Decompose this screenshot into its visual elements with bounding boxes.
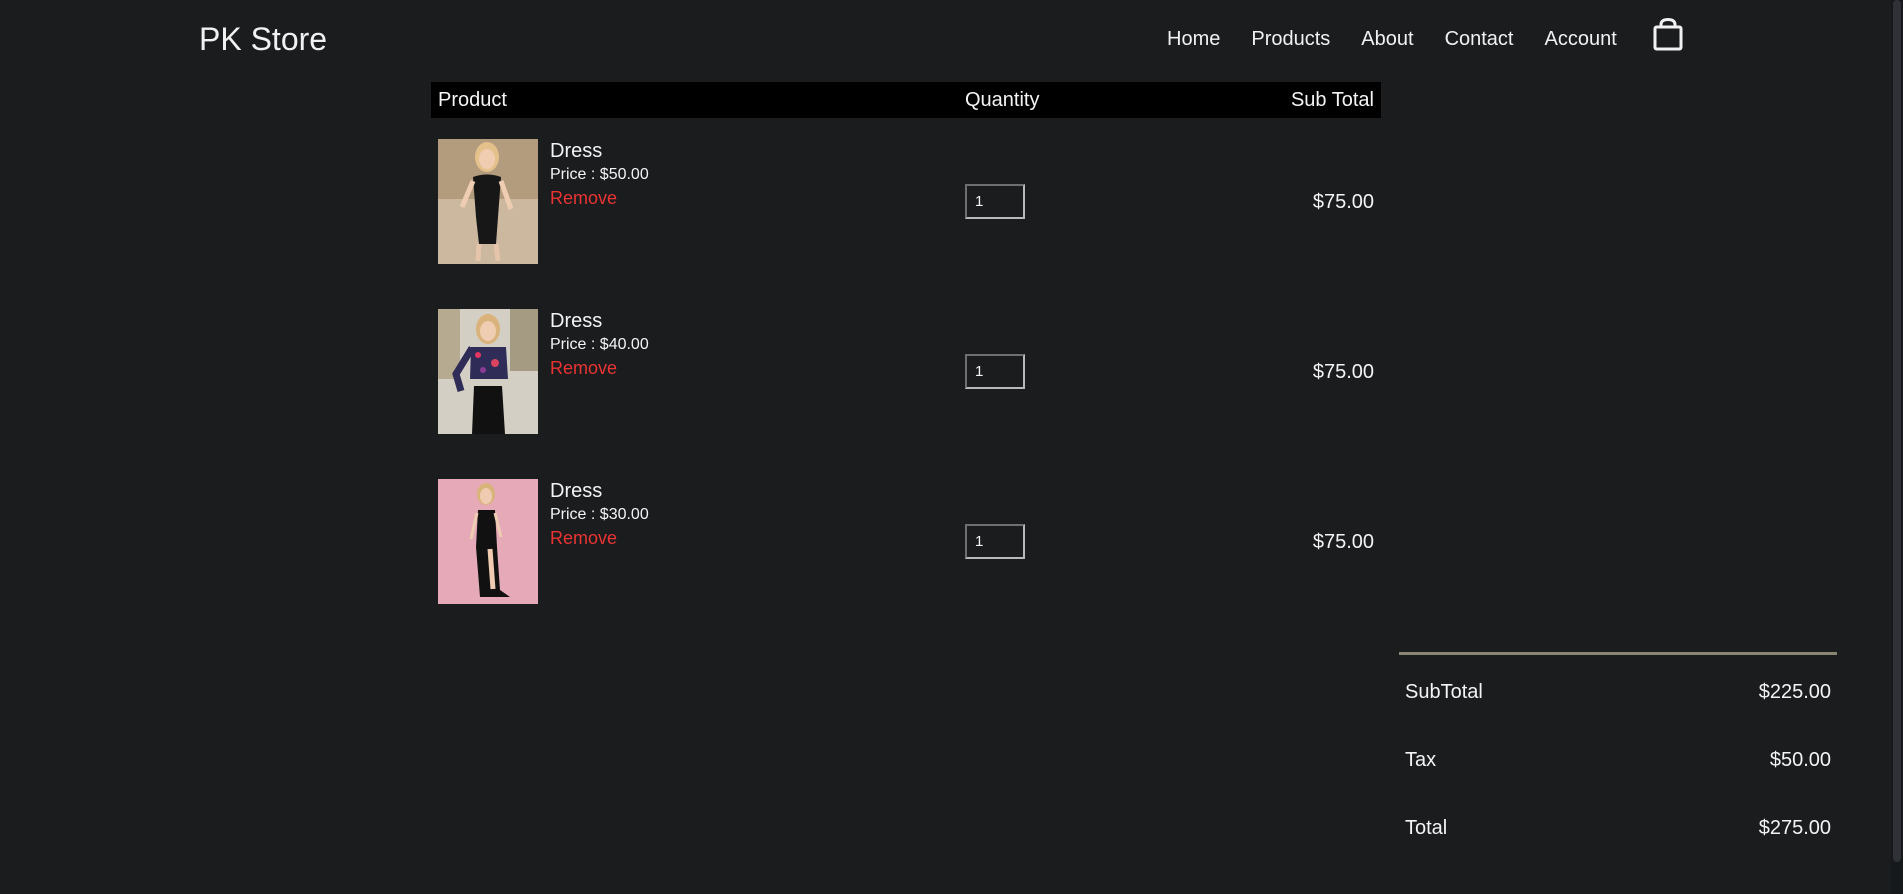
product-thumbnail [438, 309, 538, 434]
scrollbar-thumb[interactable] [1893, 0, 1901, 862]
summary-total-label: Total [1405, 817, 1448, 839]
item-subtotal: $75.00 [1312, 361, 1374, 383]
cart-table: Product Quantity Sub Total Dress Price :… [431, 82, 1381, 628]
summary-total-row: Total $275.00 [1399, 791, 1837, 859]
nav-about-link[interactable]: About [1361, 27, 1413, 51]
nav-account-link[interactable]: Account [1545, 27, 1617, 51]
order-summary: SubTotal $225.00 Tax $50.00 Total $275.0… [1399, 652, 1837, 859]
cart-item-row: Dress Price : $50.00 Remove $75.00 [431, 118, 1381, 288]
product-price: Price : $30.00 [550, 506, 649, 523]
quantity-input[interactable] [965, 184, 1025, 219]
remove-item-link[interactable]: Remove [550, 357, 617, 379]
item-subtotal: $75.00 [1312, 531, 1374, 553]
cart-item-row: Dress Price : $40.00 Remove $75.00 [431, 288, 1381, 458]
item-subtotal: $75.00 [1312, 191, 1374, 213]
cart-table-header: Product Quantity Sub Total [431, 82, 1381, 118]
summary-tax-label: Tax [1405, 749, 1437, 771]
product-name: Dress [550, 310, 603, 332]
remove-item-link[interactable]: Remove [550, 187, 617, 209]
column-header-subtotal: Sub Total [1290, 89, 1374, 111]
nav-products-link[interactable]: Products [1251, 27, 1330, 51]
quantity-input[interactable] [965, 524, 1025, 559]
main-nav: Home Products About Contact Account [1167, 27, 1648, 51]
top-navigation-bar: PK Store Home Products About Contact Acc… [0, 0, 1890, 78]
nav-home-link[interactable]: Home [1167, 27, 1220, 51]
nav-contact-link[interactable]: Contact [1445, 27, 1514, 51]
product-name: Dress [550, 140, 603, 162]
column-header-product: Product [438, 89, 507, 111]
product-price: Price : $40.00 [550, 336, 649, 353]
summary-subtotal-value: $225.00 [1758, 681, 1831, 703]
product-name: Dress [550, 480, 603, 502]
summary-subtotal-label: SubTotal [1405, 681, 1483, 703]
summary-tax-value: $50.00 [1769, 749, 1831, 771]
product-thumbnail [438, 479, 538, 604]
product-thumbnail [438, 139, 538, 264]
vertical-scrollbar[interactable] [1891, 0, 1903, 894]
quantity-input[interactable] [965, 354, 1025, 389]
remove-item-link[interactable]: Remove [550, 527, 617, 549]
summary-subtotal-row: SubTotal $225.00 [1399, 655, 1837, 723]
product-price: Price : $50.00 [550, 166, 649, 183]
summary-total-value: $275.00 [1758, 817, 1831, 839]
cart-item-row: Dress Price : $30.00 Remove $75.00 [431, 458, 1381, 628]
summary-tax-row: Tax $50.00 [1399, 723, 1837, 791]
column-header-quantity: Quantity [965, 89, 1040, 111]
store-logo[interactable]: PK Store [199, 21, 327, 57]
shopping-bag-icon[interactable] [1653, 18, 1683, 52]
